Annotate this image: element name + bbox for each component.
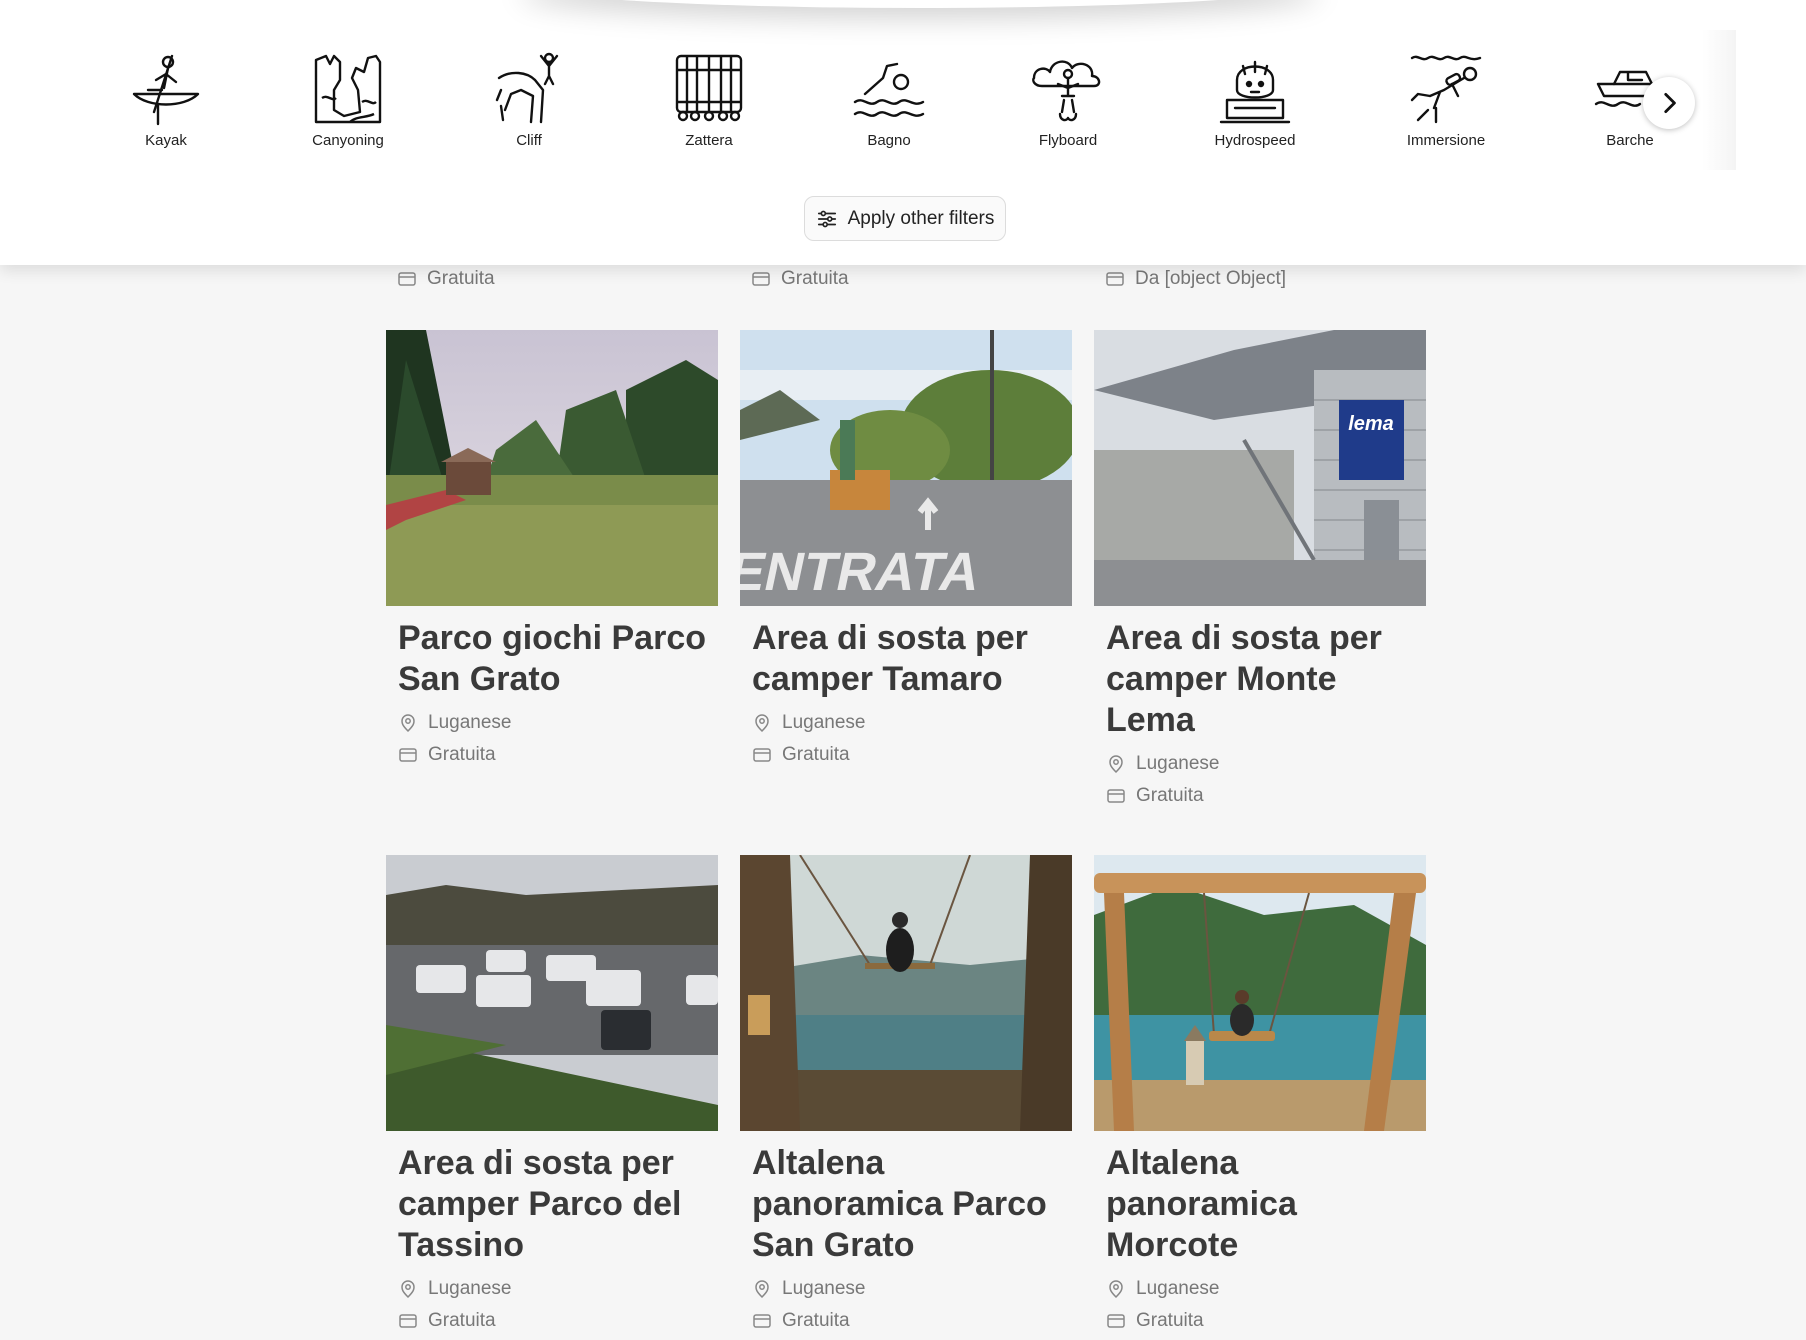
- category-label: Immersione: [1406, 132, 1486, 149]
- card-icon: [752, 272, 770, 286]
- diving-icon: [1410, 55, 1482, 124]
- category-label: Cliff: [516, 132, 542, 149]
- morcote-swing-photo[interactable]: [1094, 855, 1426, 1131]
- location-text: Luganese: [1136, 753, 1220, 774]
- location-text: Luganese: [428, 712, 512, 733]
- svg-text:lema: lema: [1348, 413, 1394, 435]
- category-cliff[interactable]: Cliff: [454, 50, 604, 149]
- price-row: Gratuita: [752, 1310, 1072, 1332]
- price-row: Gratuita: [1106, 1310, 1426, 1332]
- category-label: Flyboard: [1038, 132, 1098, 149]
- card-title[interactable]: Altalena panoramica Parco San Grato: [752, 1143, 1072, 1266]
- price-text: Gratuita: [781, 268, 849, 289]
- card-title[interactable]: Area di sosta per camper Monte Lema: [1106, 618, 1426, 741]
- price-row: Gratuita: [397, 268, 495, 290]
- apply-filters-label: Apply other filters: [847, 207, 995, 229]
- category-label: Canyoning: [312, 132, 384, 149]
- swing-lake-photo[interactable]: [740, 855, 1072, 1131]
- card-icon: [753, 1314, 771, 1328]
- location-pin-icon: [755, 714, 769, 733]
- price-row: Gratuita: [752, 744, 1072, 766]
- poi-card[interactable]: Area di sosta per camper Parco del Tassi…: [386, 855, 718, 1332]
- sliders-icon: [817, 210, 836, 227]
- category-bagno[interactable]: Bagno: [814, 50, 964, 149]
- svg-text:ENTRATA: ENTRATA: [740, 542, 986, 602]
- swimming-icon: [853, 62, 925, 117]
- poi-card[interactable]: ENTRATA Area di sosta per camper Tamaro …: [740, 330, 1072, 766]
- category-hydrospeed[interactable]: Hydrospeed: [1180, 50, 1330, 149]
- category-canyoning[interactable]: Canyoning: [273, 50, 423, 149]
- price-text: Gratuita: [427, 268, 495, 289]
- hydrospeed-icon: [1219, 60, 1291, 124]
- location-text: Luganese: [1136, 1278, 1220, 1299]
- location-row: Luganese: [752, 1278, 1072, 1300]
- poi-card[interactable]: lema Area di sosta per camper Monte Lema…: [1094, 330, 1426, 807]
- canyoning-icon: [314, 54, 382, 124]
- poi-card[interactable]: Altalena panoramica Morcote Luganese Gra…: [1094, 855, 1426, 1332]
- category-label: Zattera: [685, 132, 733, 149]
- location-text: Luganese: [782, 712, 866, 733]
- category-label: Barche: [1606, 132, 1654, 149]
- poi-card[interactable]: Altalena panoramica Parco San Grato Luga…: [740, 855, 1072, 1332]
- price-text: Gratuita: [1136, 785, 1204, 806]
- flyboard-icon: [1032, 60, 1101, 122]
- poi-card[interactable]: Parco giochi Parco San Grato Luganese Gr…: [386, 330, 718, 766]
- apply-filters-button[interactable]: Apply other filters: [804, 196, 1006, 241]
- playground-photo[interactable]: [386, 330, 718, 606]
- price-row: Gratuita: [398, 744, 718, 766]
- category-zattera[interactable]: Zattera: [634, 50, 784, 149]
- card-icon: [399, 1314, 417, 1328]
- price-text: Gratuita: [782, 744, 850, 765]
- card-icon: [1107, 789, 1125, 803]
- location-pin-icon: [755, 1280, 769, 1299]
- location-row: Luganese: [1106, 1278, 1426, 1300]
- entrata-road-photo[interactable]: ENTRATA: [740, 330, 1072, 606]
- card-icon: [399, 748, 417, 762]
- category-flyboard[interactable]: Flyboard: [993, 50, 1143, 149]
- card-icon: [398, 272, 416, 286]
- location-text: Luganese: [428, 1278, 512, 1299]
- category-kayak[interactable]: Kayak: [91, 50, 241, 149]
- category-label: Bagno: [867, 132, 911, 149]
- chevron-right-icon: [1664, 92, 1676, 114]
- price-text: Da [object Object]: [1135, 268, 1287, 289]
- location-text: Luganese: [782, 1278, 866, 1299]
- category-immersione[interactable]: Immersione: [1371, 50, 1521, 149]
- location-pin-icon: [1109, 1280, 1123, 1299]
- card-title[interactable]: Altalena panoramica Morcote: [1106, 1143, 1426, 1266]
- price-row: Gratuita: [398, 1310, 718, 1332]
- kayak-icon: [132, 54, 200, 126]
- card-icon: [1106, 272, 1124, 286]
- price-row: Da [object Object]: [1105, 268, 1286, 290]
- price-text: Gratuita: [428, 1310, 496, 1331]
- location-row: Luganese: [398, 712, 718, 734]
- price-text: Gratuita: [782, 1310, 850, 1331]
- lema-cablecar-station-photo[interactable]: lema: [1094, 330, 1426, 606]
- price-row: Gratuita: [1106, 785, 1426, 807]
- price-row: Gratuita: [751, 268, 849, 290]
- cliff-icon: [495, 52, 559, 124]
- location-pin-icon: [401, 714, 415, 733]
- location-row: Luganese: [1106, 753, 1426, 775]
- filter-header: Kayak Canyoning Cliff Zattera Bagno Flyb…: [0, 0, 1806, 265]
- location-pin-icon: [401, 1280, 415, 1299]
- card-title[interactable]: Area di sosta per camper Parco del Tassi…: [398, 1143, 718, 1266]
- category-carousel: Kayak Canyoning Cliff Zattera Bagno Flyb…: [0, 0, 1806, 170]
- location-row: Luganese: [752, 712, 1072, 734]
- raft-icon: [675, 54, 743, 122]
- location-pin-icon: [1109, 755, 1123, 774]
- card-title[interactable]: Parco giochi Parco San Grato: [398, 618, 718, 700]
- card-title[interactable]: Area di sosta per camper Tamaro: [752, 618, 1072, 700]
- price-text: Gratuita: [1136, 1310, 1204, 1331]
- carousel-next-button[interactable]: [1643, 77, 1695, 129]
- location-row: Luganese: [398, 1278, 718, 1300]
- card-icon: [753, 748, 771, 762]
- camper-parking-photo[interactable]: [386, 855, 718, 1131]
- category-label: Hydrospeed: [1214, 132, 1296, 149]
- price-text: Gratuita: [428, 744, 496, 765]
- card-icon: [1107, 1314, 1125, 1328]
- category-label: Kayak: [145, 132, 187, 149]
